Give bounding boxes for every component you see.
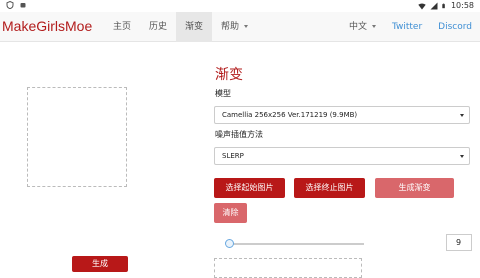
select-start-image-button[interactable]: 选择起始图片: [214, 178, 285, 198]
noise-method-label: 噪声插值方法: [215, 130, 263, 139]
status-time: 10:58: [450, 1, 474, 10]
model-select[interactable]: Camellia 256x256 Ver.171219 (9.9MB): [214, 106, 470, 124]
nav-right: 中文 Twitter Discord: [341, 12, 480, 42]
chevron-down-icon: [460, 114, 464, 117]
noise-method-select[interactable]: SLERP: [214, 147, 470, 165]
nav-history[interactable]: 历史: [140, 12, 176, 42]
nav-help-label: 帮助: [221, 22, 240, 32]
language-label: 中文: [348, 22, 367, 32]
discord-link[interactable]: Discord: [430, 12, 480, 42]
battery-icon: [442, 3, 445, 8]
status-bar: 10:58: [0, 0, 480, 12]
gradient-output-area: [214, 258, 362, 278]
chevron-down-icon: [371, 25, 376, 28]
generate-gradient-button[interactable]: 生成渐变: [375, 178, 454, 198]
model-label: 模型: [215, 89, 231, 98]
android-icon: [20, 3, 26, 8]
clear-button[interactable]: 清除: [214, 203, 247, 223]
navbar: MakeGirlsMoe 主页 历史 渐变 帮助 中文 Twitter Disc…: [0, 12, 480, 42]
chevron-down-icon: [460, 155, 464, 158]
noise-method-value: SLERP: [222, 152, 244, 160]
gradient-slider-track[interactable]: [230, 243, 364, 245]
model-select-value: Camellia 256x256 Ver.171219 (9.9MB): [222, 111, 358, 119]
select-end-image-button[interactable]: 选择终止图片: [294, 178, 365, 198]
signal-icon: [430, 2, 438, 9]
twitter-link[interactable]: Twitter: [384, 12, 430, 42]
chevron-down-icon: [244, 25, 249, 28]
language-dropdown[interactable]: 中文: [341, 12, 384, 42]
brand-logo[interactable]: MakeGirlsMoe: [2, 18, 92, 34]
page-title: 渐变: [215, 67, 243, 83]
nav-help-dropdown[interactable]: 帮助: [212, 12, 257, 42]
shield-icon: [6, 1, 14, 9]
nav-gradient[interactable]: 渐变: [176, 12, 213, 42]
main-nav: 主页 历史 渐变 帮助: [104, 12, 257, 42]
image-preview-area: [27, 87, 127, 187]
wifi-icon: [418, 3, 426, 10]
steps-number-input[interactable]: 9: [446, 234, 472, 251]
nav-home[interactable]: 主页: [104, 12, 140, 42]
gradient-slider-thumb[interactable]: [225, 239, 234, 248]
